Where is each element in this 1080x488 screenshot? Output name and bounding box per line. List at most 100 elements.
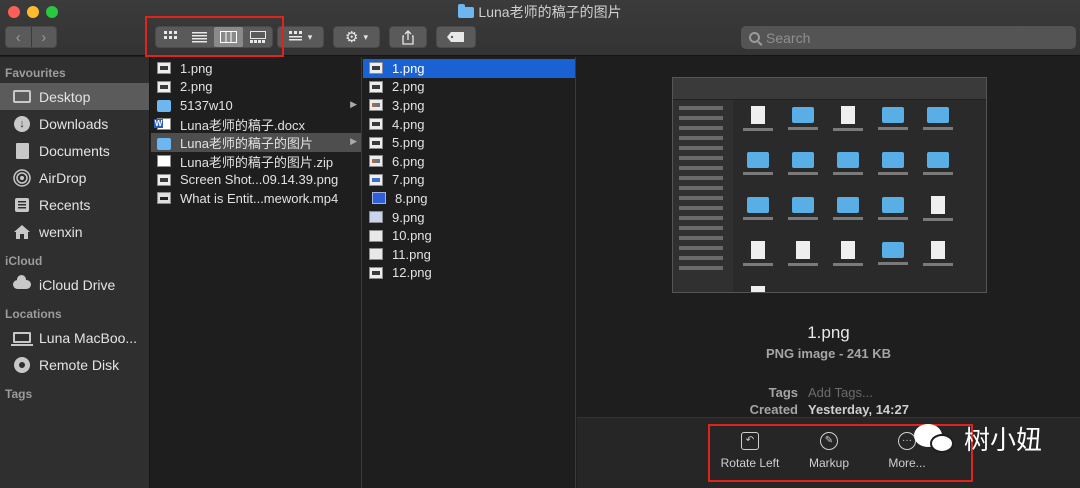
file-row[interactable]: Luna老师的稿子.docx (151, 115, 361, 134)
file-row[interactable]: 6.png (363, 152, 575, 171)
file-name: 12.png (392, 265, 432, 281)
sidebar-item-downloads[interactable]: ↓ Downloads (0, 110, 149, 137)
file-row[interactable]: 8.png (363, 189, 575, 208)
image-file-icon (369, 248, 383, 261)
file-name: Luna老师的稿子的图片 (180, 136, 313, 152)
file-name: 7.png (392, 172, 425, 188)
file-row[interactable]: 1.png (151, 59, 361, 78)
sidebar-item-label: wenxin (39, 223, 83, 240)
group-by-button[interactable]: ▾ (277, 26, 324, 48)
file-name: Luna老师的稿子的图片.zip (180, 154, 334, 170)
sidebar: Favourites Desktop ↓ Downloads Documents… (0, 57, 150, 488)
chevron-right-icon: › (41, 28, 47, 46)
file-row[interactable]: 4.png (363, 115, 575, 134)
sidebar-item-wenxin[interactable]: wenxin (0, 218, 149, 245)
search-icon (749, 32, 760, 43)
tags-input[interactable]: Add Tags... (808, 385, 873, 400)
watermark-text: 树小妞 (964, 426, 1043, 456)
action-button[interactable]: ⚙ ▾ (333, 26, 380, 48)
file-name: 5137w10 (180, 97, 233, 113)
disk-icon (12, 356, 32, 374)
preview-thumbnail (672, 77, 987, 293)
file-row[interactable]: 7.png (363, 171, 575, 190)
file-row[interactable]: 10.png (363, 226, 575, 245)
tags-header: Tags (5, 387, 33, 401)
recents-icon (12, 196, 32, 214)
icloud-header: iCloud (5, 254, 43, 268)
sidebar-item-recents[interactable]: Recents (0, 191, 149, 218)
file-row[interactable]: 11.png (363, 245, 575, 264)
folder-icon (458, 4, 475, 18)
image-file-icon (369, 118, 383, 131)
folder-row[interactable]: 5137w10 ▶ (151, 96, 361, 115)
gear-icon: ⚙ (345, 29, 359, 46)
file-name: 2.png (180, 79, 213, 95)
sidebar-item-label: Desktop (39, 88, 91, 105)
nav-buttons: ‹ › (5, 26, 57, 48)
folder-icon (157, 137, 171, 150)
file-name: 1.png (180, 60, 213, 76)
folder-icon (157, 100, 171, 113)
sidebar-item-label: iCloud Drive (39, 276, 116, 293)
preview-filename: 1.png (807, 323, 850, 342)
view-buttons-highlight (145, 16, 284, 57)
forward-button[interactable]: › (32, 27, 57, 47)
file-row[interactable]: What is Entit...mework.mp4 (151, 189, 361, 208)
locations-header: Locations (5, 307, 62, 321)
column-desktop[interactable]: 1.png 2.png 5137w10 ▶ Luna老师的稿子.docx Luna… (151, 57, 362, 488)
video-file-icon (157, 192, 171, 205)
image-file-icon (157, 173, 171, 186)
sidebar-item-label: Luna MacBoo... (39, 329, 138, 346)
file-name: Screen Shot...09.14.39.png (180, 172, 339, 188)
file-name: 8.png (395, 190, 428, 206)
file-row[interactable]: 12.png (363, 264, 575, 283)
share-button[interactable] (389, 26, 427, 48)
file-row[interactable]: 5.png (363, 133, 575, 152)
sidebar-item-icloud-drive[interactable]: iCloud Drive (0, 271, 149, 298)
tags-label: Tags (768, 385, 798, 400)
image-file-icon (372, 192, 386, 205)
back-button[interactable]: ‹ (6, 27, 32, 47)
group-icon (288, 31, 302, 41)
file-name: 1.png (392, 60, 425, 76)
image-file-icon (369, 266, 383, 279)
sidebar-item-label: Documents (39, 142, 110, 159)
chevron-left-icon: ‹ (15, 28, 21, 46)
file-row[interactable]: Screen Shot...09.14.39.png (151, 171, 361, 190)
sidebar-item-remote-disk[interactable]: Remote Disk (0, 351, 149, 378)
window-title-text: Luna老师的稿子的图片 (478, 4, 622, 20)
cloud-icon (12, 275, 32, 294)
sidebar-item-macbook[interactable]: Luna MacBoo... (0, 324, 149, 351)
file-row[interactable]: Luna老师的稿子的图片.zip (151, 152, 361, 171)
file-name: 4.png (392, 116, 425, 132)
file-row[interactable]: 2.png (363, 78, 575, 97)
image-file-icon (157, 80, 171, 93)
file-name: 9.png (392, 209, 425, 225)
file-row-selected[interactable]: 1.png (363, 59, 575, 78)
edit-tags-button[interactable] (436, 26, 476, 48)
watermark: 树小妞 (914, 420, 1042, 457)
file-name: 11.png (392, 246, 431, 262)
image-file-icon (369, 155, 383, 168)
search-field[interactable]: Search (741, 26, 1076, 49)
sidebar-item-documents[interactable]: Documents (0, 137, 149, 164)
airdrop-icon (12, 168, 32, 187)
image-file-icon (157, 62, 171, 75)
file-name: What is Entit...mework.mp4 (180, 190, 339, 206)
file-name: 10.png (392, 228, 432, 244)
sidebar-item-desktop[interactable]: Desktop (0, 83, 149, 110)
image-file-icon (369, 229, 383, 242)
sidebar-item-airdrop[interactable]: AirDrop (0, 164, 149, 191)
documents-icon (12, 142, 32, 160)
favourites-header: Favourites (5, 66, 66, 80)
sidebar-item-label: Downloads (39, 115, 109, 132)
file-row[interactable]: 3.png (363, 96, 575, 115)
share-icon (402, 29, 414, 45)
tags-row: Tags Add Tags... (577, 385, 1080, 403)
image-file-icon (369, 62, 383, 75)
file-row[interactable]: 2.png (151, 78, 361, 97)
file-row[interactable]: 9.png (363, 208, 575, 227)
file-name: 3.png (392, 97, 425, 113)
folder-row-selected[interactable]: Luna老师的稿子的图片 ▶ (151, 133, 361, 152)
column-images-folder[interactable]: 1.png 2.png 3.png 4.png 5.png 6.png 7.pn… (363, 57, 576, 488)
